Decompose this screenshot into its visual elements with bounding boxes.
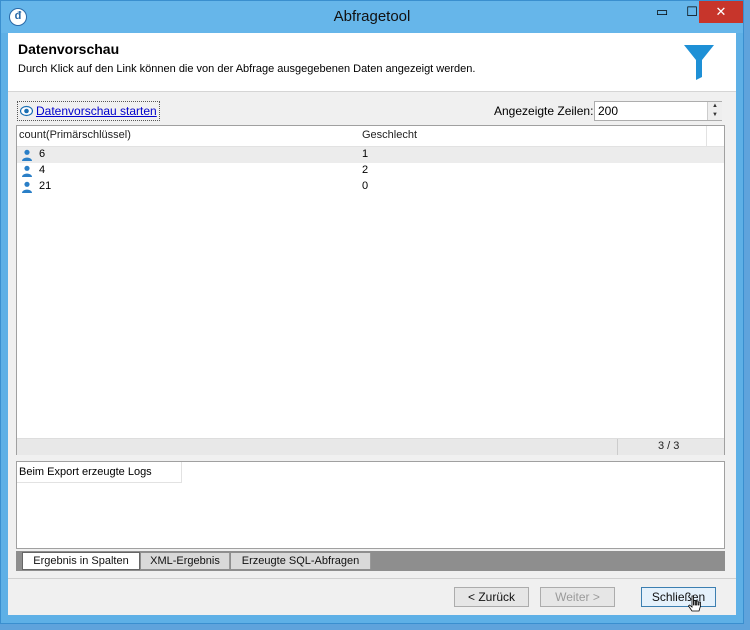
- table-row[interactable]: 4 2: [17, 163, 724, 179]
- title-bar[interactable]: đ Abfragetool ▭ ☐ ✕: [1, 1, 743, 33]
- funnel-icon: [684, 45, 714, 80]
- column-header-gender[interactable]: Geschlecht: [362, 129, 417, 141]
- page-title: Datenvorschau: [18, 41, 120, 57]
- cell-count: 4: [39, 164, 46, 176]
- app-window: đ Abfragetool ▭ ☐ ✕ Datenvorschau Durch …: [0, 0, 744, 624]
- logs-header: Beim Export erzeugte Logs: [17, 462, 182, 483]
- close-window-button[interactable]: ✕: [699, 1, 743, 23]
- rows-spinner[interactable]: ▲ ▼: [594, 101, 722, 121]
- grid-header: count(Primärschlüssel) Geschlecht: [17, 126, 724, 147]
- status-separator: [617, 439, 618, 455]
- table-row[interactable]: 6 1: [17, 147, 724, 163]
- eye-icon: [20, 105, 33, 117]
- tab-columns-result[interactable]: Ergebnis in Spalten: [22, 552, 140, 570]
- result-tabs: Ergebnis in Spalten XML-Ergebnis Erzeugt…: [16, 551, 725, 571]
- close-button[interactable]: Schließen: [641, 587, 716, 607]
- table-row[interactable]: 21 0: [17, 179, 724, 195]
- spin-up-button[interactable]: ▲: [707, 102, 722, 111]
- cell-gender: 1: [362, 148, 369, 160]
- dialog-header: Datenvorschau Durch Klick auf den Link k…: [8, 33, 736, 92]
- rows-input[interactable]: [595, 102, 708, 120]
- back-button[interactable]: < Zurück: [454, 587, 529, 607]
- rows-label: Angezeigte Zeilen:: [494, 104, 594, 118]
- grid-status-bar: 3 / 3: [17, 438, 724, 455]
- next-button[interactable]: Weiter >: [540, 587, 615, 607]
- tab-xml-result[interactable]: XML-Ergebnis: [141, 553, 230, 569]
- preview-link-container[interactable]: Datenvorschau starten: [17, 101, 160, 121]
- dialog-content: Datenvorschau Durch Klick auf den Link k…: [8, 33, 736, 615]
- cell-gender: 0: [362, 180, 369, 192]
- window-title: Abfragetool: [333, 8, 411, 25]
- logs-panel[interactable]: Beim Export erzeugte Logs: [16, 461, 725, 549]
- column-separator: [706, 126, 707, 146]
- footer-divider: [8, 578, 736, 579]
- minimize-button[interactable]: ▭: [648, 1, 676, 23]
- page-count: 3 / 3: [658, 440, 680, 452]
- user-icon: [22, 149, 32, 161]
- preview-start-link[interactable]: Datenvorschau starten: [36, 104, 157, 118]
- cell-count: 6: [39, 148, 46, 160]
- mouse-cursor-icon: [688, 595, 701, 612]
- spin-down-button[interactable]: ▼: [707, 111, 722, 120]
- logs-title: Beim Export erzeugte Logs: [19, 466, 152, 478]
- cell-gender: 2: [362, 164, 369, 176]
- results-grid[interactable]: count(Primärschlüssel) Geschlecht 6 1 4 …: [16, 125, 725, 455]
- user-icon: [22, 165, 32, 177]
- user-icon: [22, 181, 32, 193]
- tab-sql-queries[interactable]: Erzeugte SQL-Abfragen: [231, 553, 371, 569]
- column-header-count[interactable]: count(Primärschlüssel): [19, 129, 131, 141]
- page-description: Durch Klick auf den Link können die von …: [18, 63, 476, 75]
- cell-count: 21: [39, 180, 52, 192]
